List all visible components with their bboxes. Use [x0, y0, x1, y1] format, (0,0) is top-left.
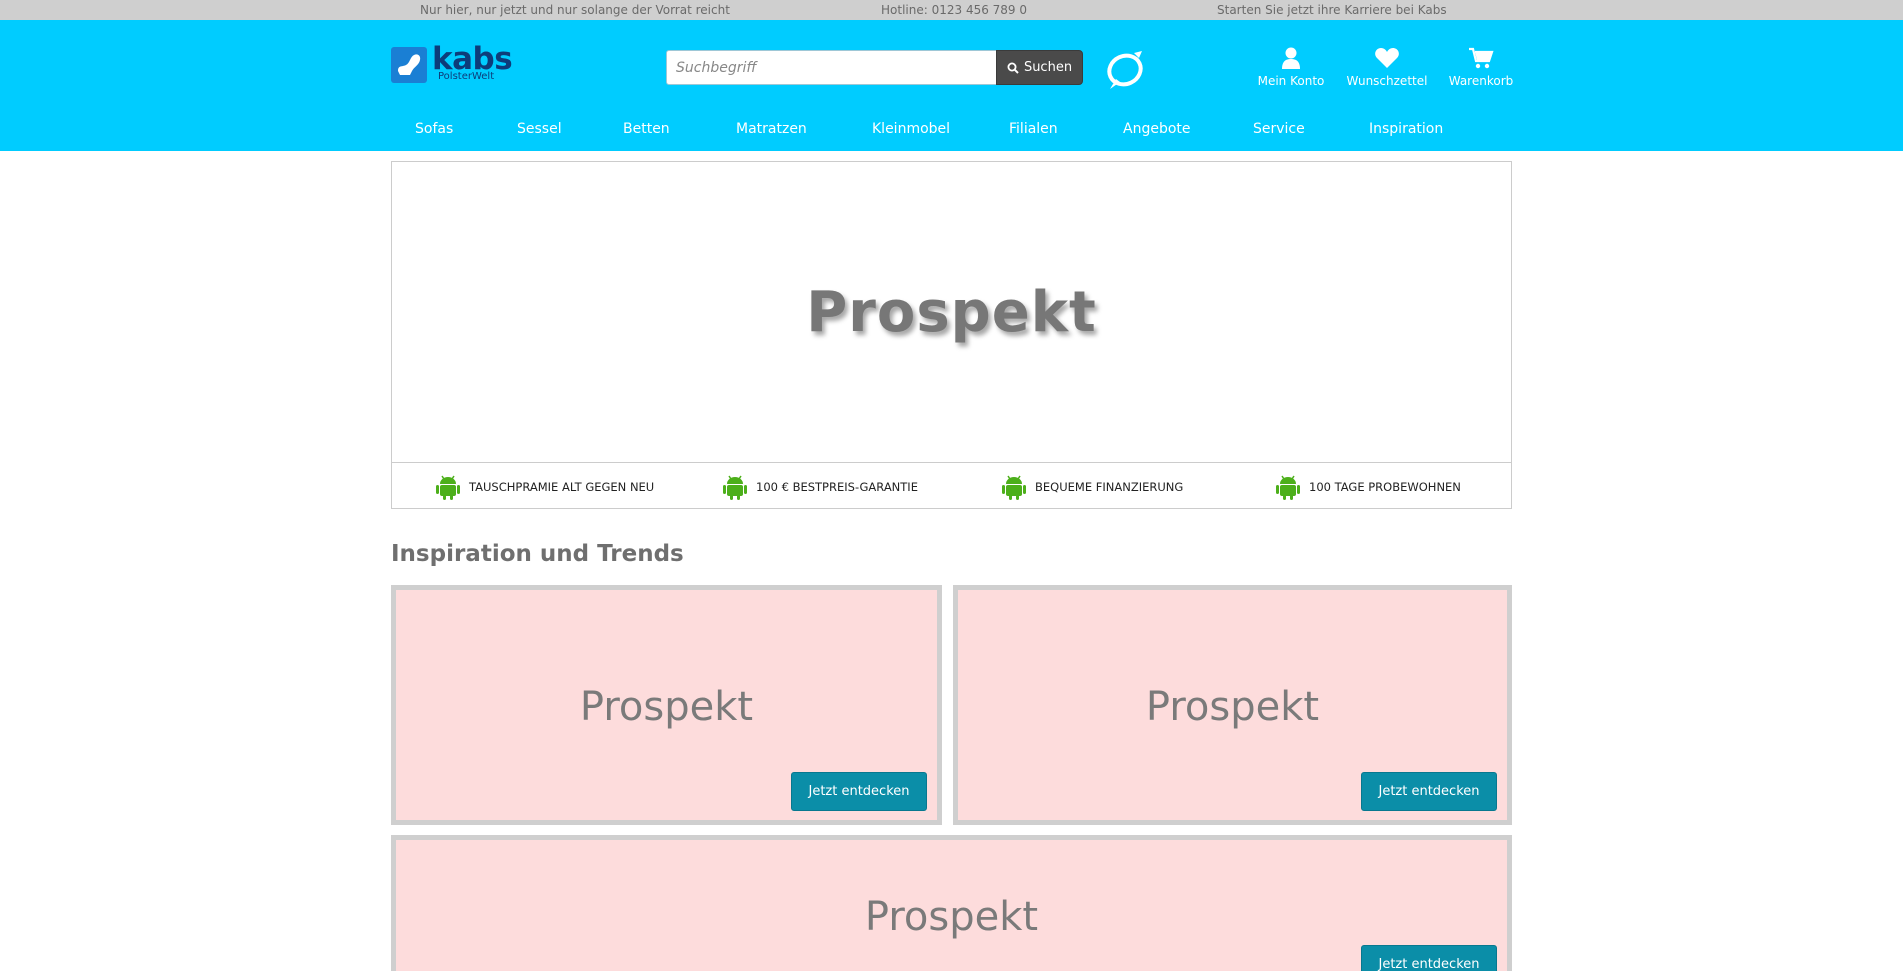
discover-button[interactable]: Jetzt entdecken — [1361, 945, 1497, 971]
nav-item-betten[interactable]: Betten — [623, 121, 670, 137]
feature-item: BEQUEME FINANZIERUNG — [1000, 473, 1183, 501]
wishlist-label: Wunschzettel — [1346, 74, 1428, 88]
discover-button[interactable]: Jetzt entdecken — [1361, 772, 1497, 811]
feature-item: 100 TAGE PROBEWOHNEN — [1274, 473, 1461, 501]
inspiration-tile[interactable]: Prospekt Jetzt entdecken — [391, 585, 942, 825]
promo-text: Nur hier, nur jetzt und nur solange der … — [420, 3, 730, 17]
tile-title: Prospekt — [864, 894, 1039, 940]
user-icon — [1282, 47, 1300, 69]
nav-item-sofas[interactable]: Sofas — [415, 121, 453, 137]
feature-label: 100 TAGE PROBEWOHNEN — [1309, 480, 1461, 494]
feature-label: 100 € BESTPREIS-GARANTIE — [756, 480, 918, 494]
main-nav: Sofas Sessel Betten Matratzen Kleinmobel… — [391, 121, 1511, 143]
wishlist-link[interactable]: Wunschzettel — [1345, 46, 1429, 88]
feature-item: TAUSCHPRAMIE ALT GEGEN NEU — [434, 473, 654, 501]
cart-label: Warenkorb — [1448, 74, 1514, 88]
cart-icon — [1469, 47, 1494, 69]
inspiration-tile[interactable]: Prospekt Jetzt entdecken — [953, 585, 1512, 825]
site-header: kabs PolsterWelt Suchen Mein Konto W — [0, 20, 1903, 151]
tile-title: Prospekt — [1145, 684, 1320, 730]
android-icon — [723, 475, 747, 500]
hero-title: Prospekt — [806, 279, 1097, 345]
search-input[interactable] — [666, 50, 997, 85]
discover-button[interactable]: Jetzt entdecken — [791, 772, 927, 811]
section-title: Inspiration und Trends — [391, 541, 684, 567]
brand-swirl-icon — [1104, 49, 1146, 93]
nav-item-service[interactable]: Service — [1253, 121, 1305, 137]
android-icon — [1002, 475, 1026, 500]
inspiration-tile[interactable]: Prospekt Jetzt entdecken — [391, 835, 1512, 971]
career-link[interactable]: Starten Sie jetzt ihre Karriere bei Kabs — [1217, 3, 1447, 17]
heart-icon — [1375, 48, 1399, 68]
nav-item-sessel[interactable]: Sessel — [517, 121, 562, 137]
logo[interactable]: kabs PolsterWelt — [391, 41, 531, 87]
search-button-label: Suchen — [1023, 60, 1073, 75]
nav-item-matratzen[interactable]: Matratzen — [736, 121, 807, 137]
hotline-link[interactable]: Hotline: 0123 456 789 0 — [881, 3, 1027, 17]
hero-image[interactable]: Prospekt — [392, 162, 1511, 462]
search-button[interactable]: Suchen — [996, 50, 1083, 85]
sofa-logo-icon — [391, 47, 427, 83]
account-link[interactable]: Mein Konto — [1256, 46, 1326, 88]
feature-label: BEQUEME FINANZIERUNG — [1035, 480, 1184, 494]
hero-banner[interactable]: Prospekt TAUSCHPRAMIE ALT GEGEN NEU 100 … — [391, 161, 1512, 509]
nav-item-inspiration[interactable]: Inspiration — [1369, 121, 1443, 137]
search-icon — [1007, 62, 1019, 74]
feature-item: 100 € BESTPREIS-GARANTIE — [721, 473, 918, 501]
account-label: Mein Konto — [1257, 74, 1325, 88]
feature-label: TAUSCHPRAMIE ALT GEGEN NEU — [469, 480, 655, 494]
logo-subtitle: PolsterWelt — [438, 71, 495, 82]
tile-title: Prospekt — [579, 684, 754, 730]
nav-item-filialen[interactable]: Filialen — [1009, 121, 1058, 137]
search-bar: Suchen — [666, 50, 1084, 85]
android-icon — [436, 475, 460, 500]
nav-item-kleinmobel[interactable]: Kleinmobel — [872, 121, 950, 137]
android-icon — [1276, 475, 1300, 500]
top-info-bar: Nur hier, nur jetzt und nur solange der … — [0, 0, 1903, 20]
nav-item-angebote[interactable]: Angebote — [1123, 121, 1191, 137]
cart-link[interactable]: Warenkorb — [1446, 46, 1516, 88]
feature-strip: TAUSCHPRAMIE ALT GEGEN NEU 100 € BESTPRE… — [392, 462, 1511, 508]
